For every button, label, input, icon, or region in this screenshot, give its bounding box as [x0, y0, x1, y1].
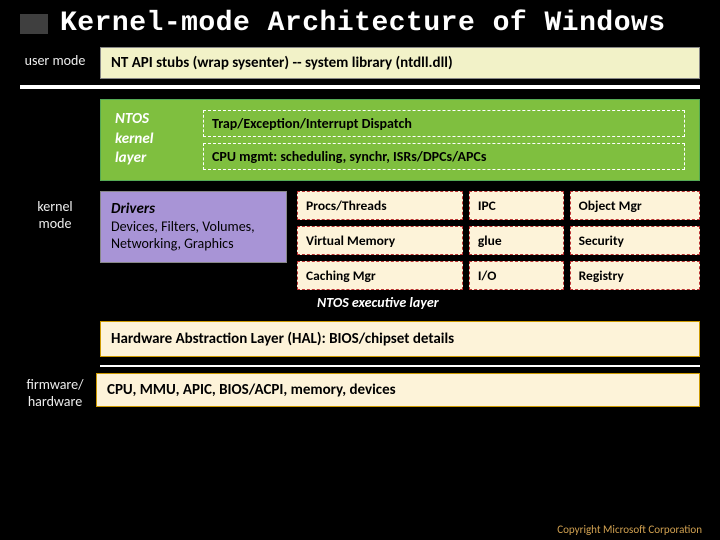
kernel-mid-section: Drivers Devices, Filters, Volumes, Netwo…	[100, 191, 700, 311]
user-mode-label: user mode	[20, 47, 90, 70]
kernel-mode-row: kernel mode NTOS kernel layer Trap/Excep…	[20, 99, 700, 311]
hal-box: Hardware Abstraction Layer (HAL): BIOS/c…	[100, 321, 700, 357]
slide: Kernel-mode Architecture of Windows user…	[0, 0, 720, 411]
executive-caption: NTOS executive layer	[297, 294, 700, 311]
exec-ipc: IPC	[469, 191, 564, 220]
drivers-title: Drivers	[111, 200, 276, 218]
exec-virtual-memory: Virtual Memory	[297, 226, 463, 255]
drivers-block: Drivers Devices, Filters, Volumes, Netwo…	[100, 191, 287, 263]
user-mode-row: user mode NT API stubs (wrap sysenter) -…	[20, 47, 700, 79]
firmware-box: CPU, MMU, APIC, BIOS/ACPI, memory, devic…	[96, 373, 700, 407]
ntos-row-cpu: CPU mgmt: scheduling, synchr, ISRs/DPCs/…	[203, 143, 685, 170]
executive-grid: Procs/Threads IPC Object Mgr Virtual Mem…	[297, 191, 700, 290]
executive-area: Procs/Threads IPC Object Mgr Virtual Mem…	[297, 191, 700, 311]
copyright-text: Copyright Microsoft Corporation	[557, 523, 702, 536]
ntos-kernel-label: NTOS kernel layer	[115, 110, 185, 170]
firmware-row: firmware/ hardware CPU, MMU, APIC, BIOS/…	[20, 373, 700, 411]
exec-object-mgr: Object Mgr	[570, 191, 700, 220]
exec-caching-mgr: Caching Mgr	[297, 261, 463, 290]
exec-glue: glue	[469, 226, 564, 255]
exec-io: I/O	[469, 261, 564, 290]
title-marker	[20, 14, 48, 34]
firmware-label: firmware/ hardware	[20, 373, 90, 411]
kernel-mode-label: kernel mode	[20, 99, 90, 233]
ntos-kernel-block: NTOS kernel layer Trap/Exception/Interru…	[100, 99, 700, 181]
exec-registry: Registry	[570, 261, 700, 290]
divider-user-kernel	[20, 85, 700, 89]
exec-procs-threads: Procs/Threads	[297, 191, 463, 220]
divider-kernel-firmware	[100, 365, 700, 367]
drivers-body: Devices, Filters, Volumes, Networking, G…	[111, 218, 276, 252]
slide-title: Kernel-mode Architecture of Windows	[60, 8, 666, 39]
ntos-row-trap: Trap/Exception/Interrupt Dispatch	[203, 110, 685, 137]
nt-api-box: NT API stubs (wrap sysenter) -- system l…	[100, 47, 700, 79]
exec-security: Security	[570, 226, 700, 255]
title-row: Kernel-mode Architecture of Windows	[20, 8, 700, 39]
